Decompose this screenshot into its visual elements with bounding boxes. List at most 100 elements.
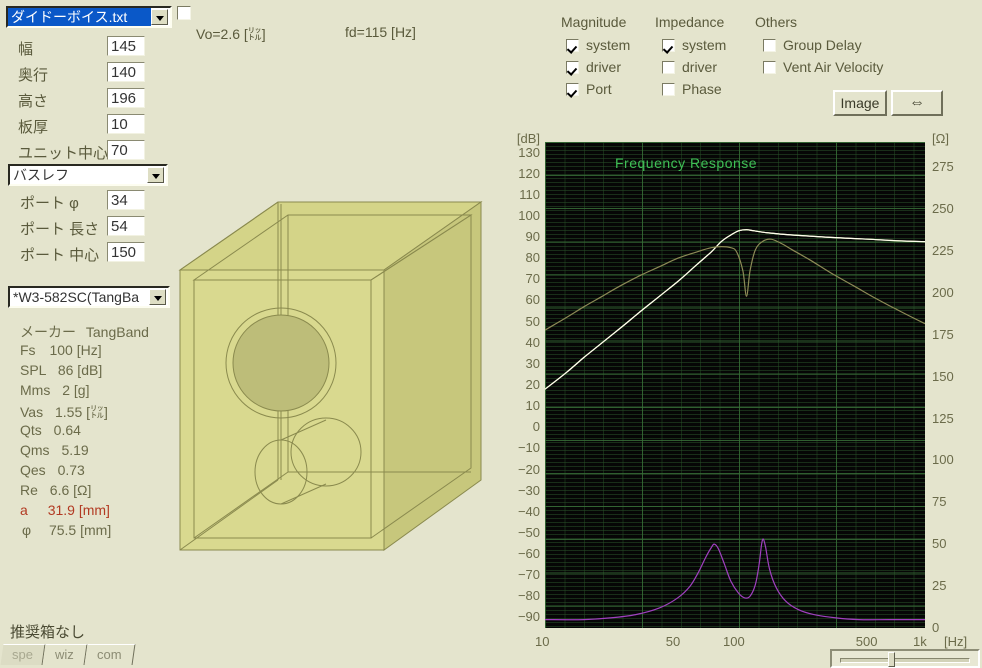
dim-label-depth: 奥行: [18, 67, 49, 84]
driver-spec-qes: Qes 0.73: [20, 462, 85, 478]
chart-title: Frequency Response: [615, 155, 758, 171]
file-combo[interactable]: ダイドーボイス.txt: [6, 6, 172, 28]
tab-spe[interactable]: spe: [0, 644, 46, 665]
dim-label-width: 幅: [18, 41, 34, 58]
checkbox-others-vent-air-velocity[interactable]: [763, 61, 776, 74]
group-title-others: Others: [755, 14, 798, 30]
driver-spec-vas-name: Vas: [20, 404, 44, 420]
driver-combo-value: *W3-582SC(TangBa: [13, 289, 140, 305]
y-tick-left: 120: [518, 165, 540, 181]
y-tick-left: 30: [525, 355, 540, 371]
driver-spec-a-value: 31.9 [mm]: [47, 502, 110, 518]
driver-combo[interactable]: *W3-582SC(TangBa: [8, 286, 170, 308]
dim-input-height[interactable]: [107, 88, 145, 108]
zoom-slider[interactable]: [830, 649, 980, 668]
y-tick-right: 175: [932, 326, 954, 342]
port-input-length[interactable]: [107, 216, 145, 236]
checkbox-label-impedance-system: system: [682, 37, 727, 53]
driver-spec-vas-value: 1.55 [㍑]: [54, 404, 108, 420]
frequency-response-chart[interactable]: Frequency Response: [545, 142, 925, 628]
checkbox-label-magnitude-system: system: [586, 37, 631, 53]
enclosure-type-combo[interactable]: バスレフ: [8, 164, 168, 186]
vo-readout: Vo=2.6 [㍑]: [196, 26, 266, 42]
group-title-magnitude: Magnitude: [561, 14, 627, 30]
driver-spec-fs-value: 100 [Hz]: [49, 342, 102, 358]
x-tick: 100: [723, 634, 745, 649]
y-tick-left: −60: [517, 546, 540, 562]
chevron-down-icon[interactable]: [149, 289, 166, 305]
y-tick-left: −30: [517, 482, 540, 498]
checkbox-magnitude-system[interactable]: [566, 39, 579, 52]
y-tick-right: 200: [932, 284, 954, 300]
dim-input-thickness[interactable]: [107, 114, 145, 134]
y-tick-right: 100: [932, 452, 954, 468]
port-label-diameter: ポート φ: [20, 195, 79, 212]
x-tick: 10: [535, 634, 550, 649]
y-tick-left: 80: [525, 250, 540, 266]
port-input-diameter[interactable]: [107, 190, 145, 210]
checkbox-label-others-vent-air-velocity: Vent Air Velocity: [783, 59, 884, 75]
chevron-down-icon[interactable]: [151, 9, 168, 25]
y-tick-left: 110: [519, 186, 540, 202]
driver-spec-vas: Vas 1.55 [㍑]: [20, 402, 108, 422]
driver-spec-phi-value: 75.5 [mm]: [48, 522, 112, 538]
y-tick-left: −20: [517, 461, 540, 477]
checkbox-label-impedance-phase: Phase: [682, 81, 722, 97]
driver-spec-re: Re 6.6 [Ω]: [20, 482, 91, 498]
port-label-length: ポート 長さ: [20, 221, 100, 238]
checkbox-impedance-driver[interactable]: [662, 61, 675, 74]
driver-spec-qms: Qms 5.19: [20, 442, 89, 458]
tab-wiz[interactable]: wiz: [42, 644, 88, 665]
checkbox-magnitude-port[interactable]: [566, 83, 579, 96]
y-tick-left: 10: [525, 398, 540, 414]
dim-label-unit-center: ユニット中心: [18, 145, 109, 162]
status-text: 推奨箱なし: [10, 624, 86, 641]
series-magnitude-system: [545, 229, 925, 390]
image-button[interactable]: Image: [833, 90, 887, 116]
checkbox-label-impedance-driver: driver: [682, 59, 718, 75]
dim-input-width[interactable]: [107, 36, 145, 56]
y-tick-right: 0: [932, 620, 940, 635]
y-tick-left: 100: [518, 207, 540, 223]
zoom-slider-track: [840, 658, 970, 663]
y-tick-right: 125: [932, 410, 954, 426]
driver-spec-mms-name: Mms: [20, 382, 51, 398]
driver-spec-qes-name: Qes: [20, 462, 46, 478]
y-tick-right: 50: [932, 536, 947, 552]
checkbox-impedance-system[interactable]: [662, 39, 675, 52]
driver-spec-phi: φ 75.5 [mm]: [22, 522, 111, 538]
driver-spec-re-value: 6.6 [Ω]: [49, 482, 92, 498]
driver-spec-spl: SPL 86 [dB]: [20, 362, 102, 378]
driver-spec-maker: メーカー TangBand: [20, 322, 149, 342]
checkbox-others-group-delay[interactable]: [763, 39, 776, 52]
checkbox-label-magnitude-port: Port: [586, 81, 612, 97]
y-tick-left: 70: [525, 271, 540, 287]
driver-spec-spl-name: SPL: [20, 362, 46, 378]
tab-com[interactable]: com: [84, 644, 136, 665]
dim-input-depth[interactable]: [107, 62, 145, 82]
fd-readout: fd=115 [Hz]: [345, 24, 416, 40]
enclosure-3d-preview[interactable]: [168, 180, 498, 570]
dim-input-unit-center[interactable]: [107, 140, 145, 160]
x-tick: 500: [855, 634, 878, 649]
chart-curves: [545, 229, 925, 621]
swap-axis-button[interactable]: ⇔: [891, 90, 943, 116]
port-label-center: ポート 中心: [20, 247, 100, 264]
y-tick-left: −40: [517, 503, 540, 519]
driver-spec-maker-name: メーカー: [20, 324, 76, 340]
checkbox-magnitude-driver[interactable]: [566, 61, 579, 74]
y-tick-right: 250: [932, 201, 954, 217]
port-input-center[interactable]: [107, 242, 145, 262]
y-tick-right: 75: [932, 494, 947, 510]
y-axis-unit-right: [Ω]: [932, 131, 949, 146]
y-tick-left: −90: [517, 609, 540, 625]
swap-icon: ⇔: [909, 94, 925, 111]
checkbox-label-others-group-delay: Group Delay: [783, 37, 862, 53]
checkbox-impedance-phase[interactable]: [662, 83, 675, 96]
unnamed-toggle-checkbox[interactable]: [177, 6, 191, 20]
driver-spec-a: a 31.9 [mm]: [20, 502, 110, 518]
tab-spe-label: spe: [12, 647, 33, 662]
chevron-down-icon[interactable]: [147, 167, 164, 183]
y-tick-left: 0: [532, 419, 540, 435]
y-tick-left: 90: [525, 229, 540, 245]
